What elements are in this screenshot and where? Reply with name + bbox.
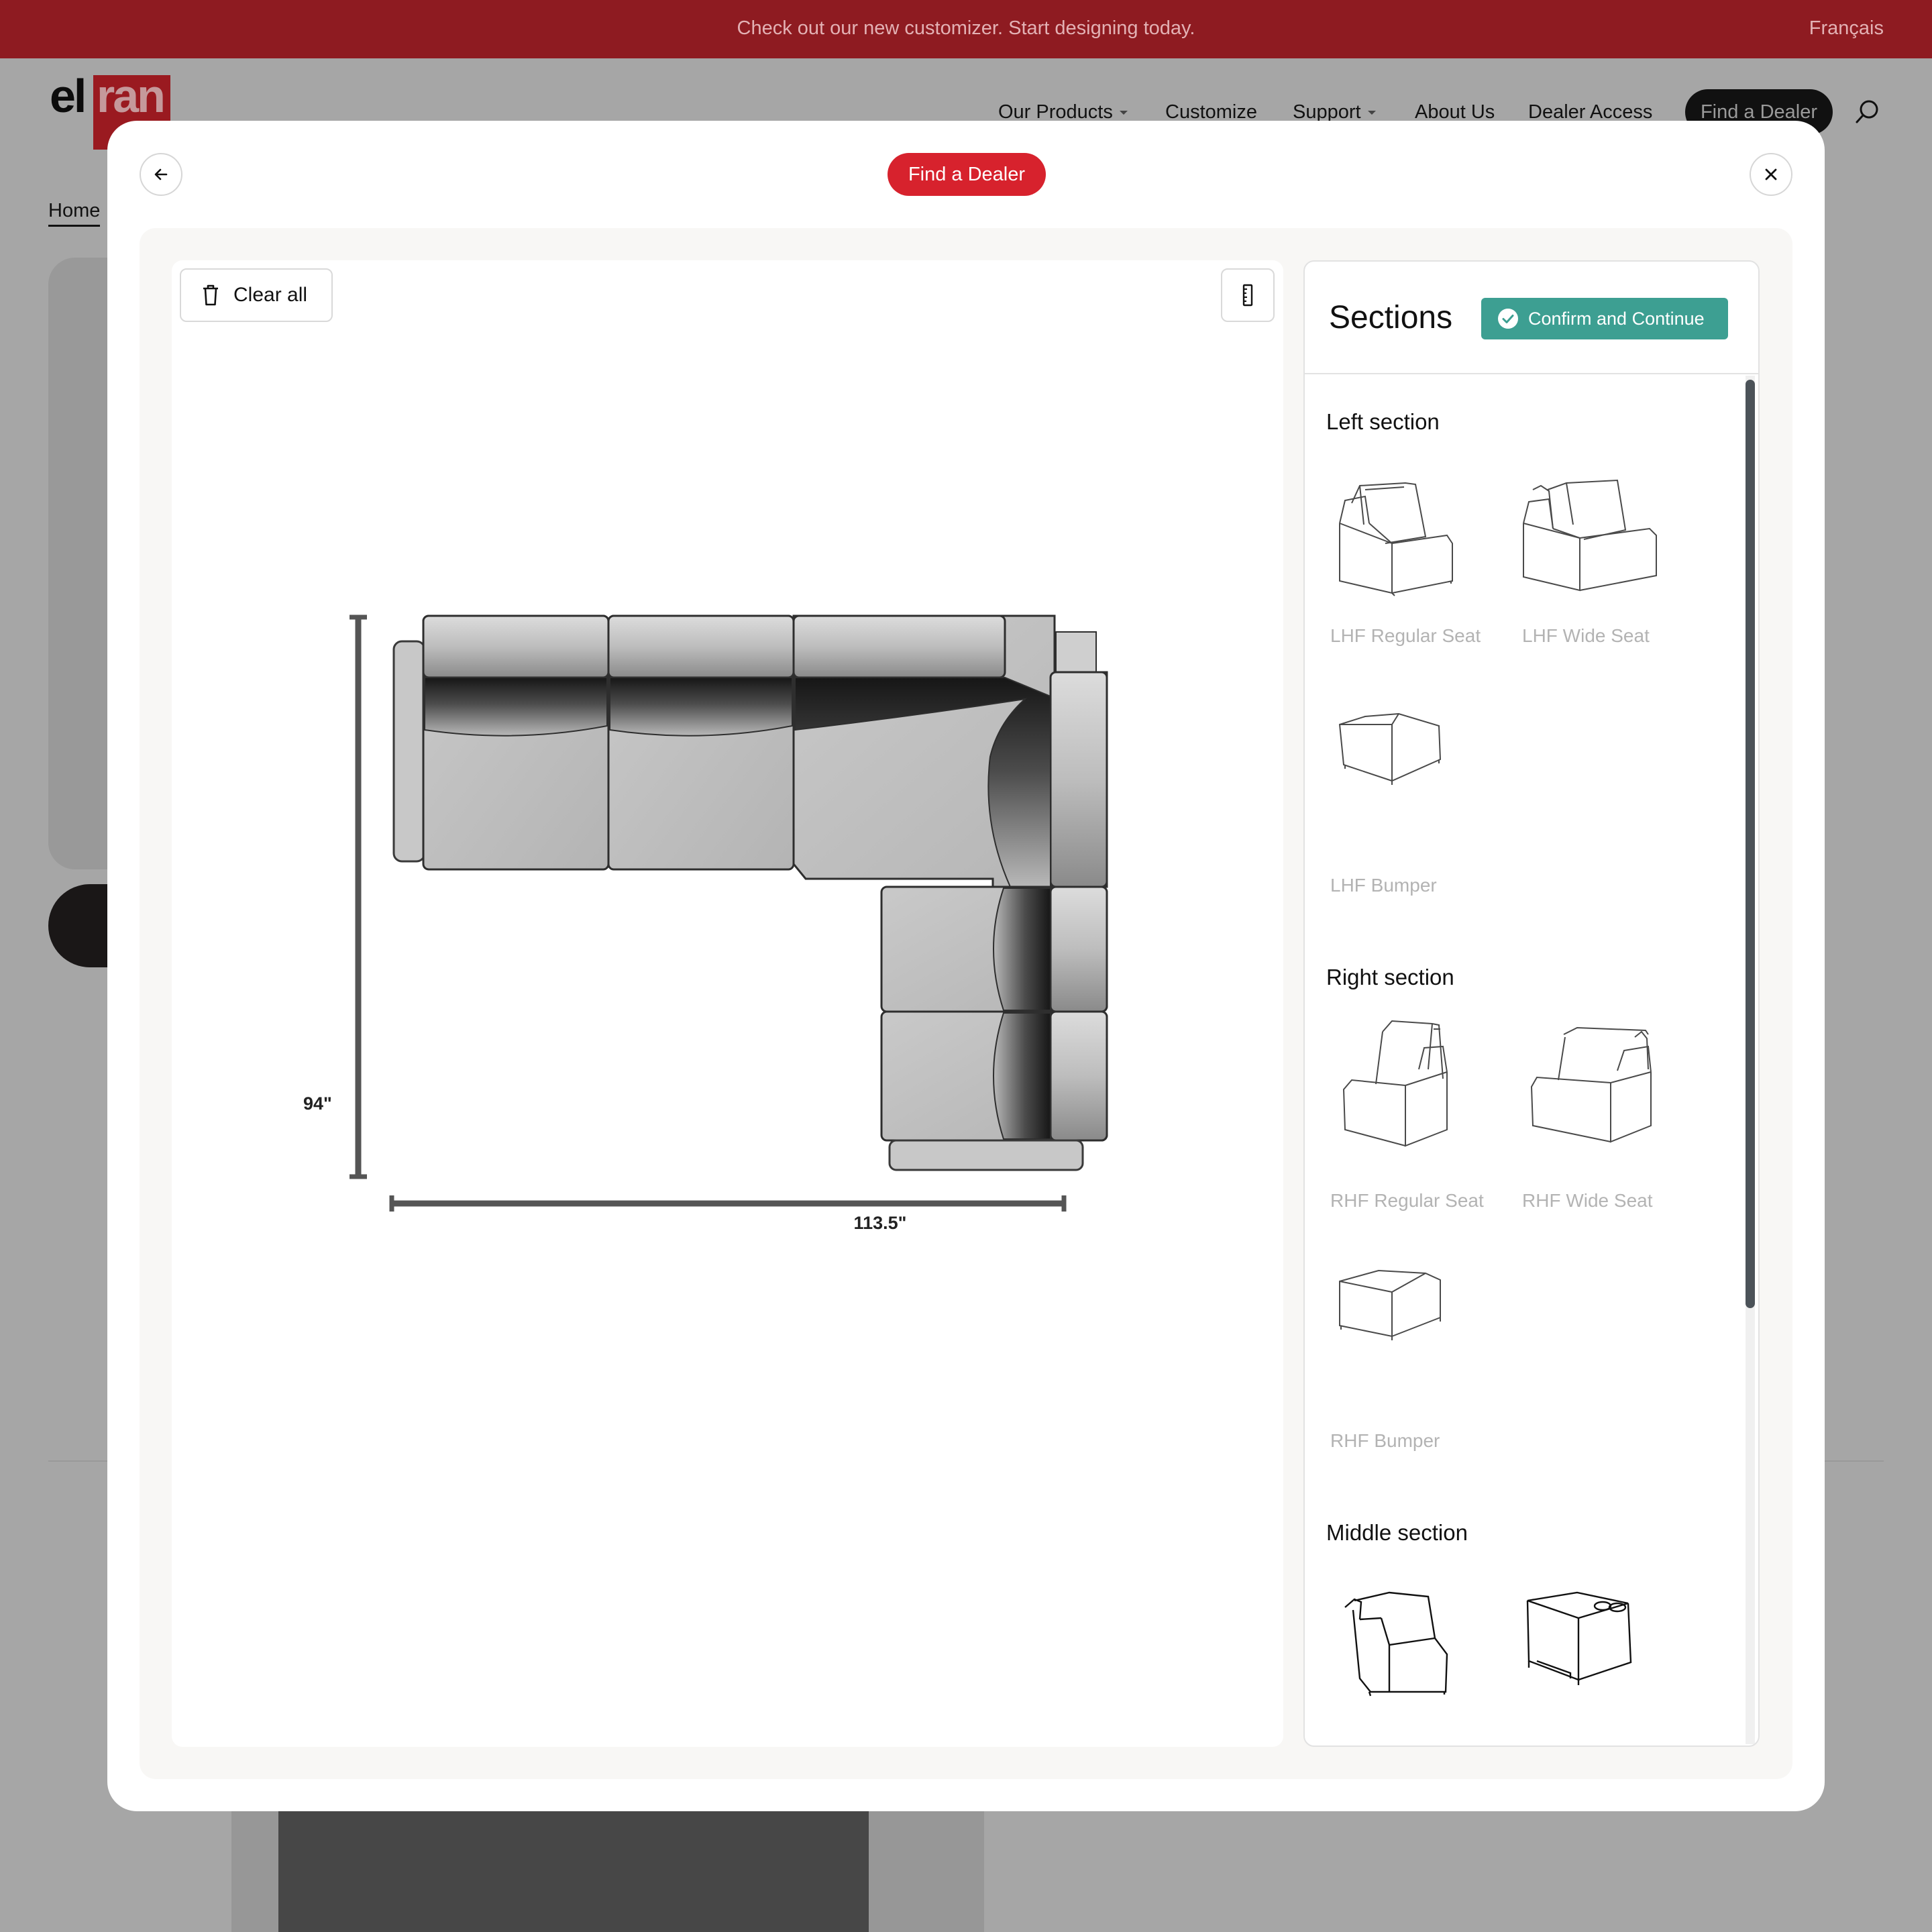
sections-panel-header: Sections Confirm and Continue (1305, 262, 1758, 374)
close-button[interactable] (1750, 153, 1792, 196)
middle-section-title: Middle section (1326, 1520, 1468, 1545)
nav-support-label: Support (1293, 101, 1361, 123)
measure-toggle-button[interactable] (1221, 268, 1275, 322)
seat-module-2[interactable] (607, 614, 795, 871)
lhf-arm[interactable] (392, 640, 426, 863)
armless-seat-icon (1344, 1591, 1448, 1697)
clear-all-label: Clear all (233, 284, 308, 306)
background-button (48, 884, 115, 967)
regular-seat-right-arm-icon (1342, 1020, 1448, 1147)
depth-dimension-line (350, 614, 367, 1179)
lhf-regular-seat-label: LHF Regular Seat (1330, 625, 1481, 646)
close-icon (1765, 168, 1777, 180)
seat-module-1[interactable] (422, 614, 610, 871)
trash-icon (203, 284, 218, 306)
sectional-floor-plan (350, 614, 1108, 1212)
sections-title: Sections (1329, 300, 1453, 335)
confirm-continue-button[interactable]: Confirm and Continue (1481, 298, 1728, 339)
caret-down-icon (1119, 111, 1128, 115)
search-icon[interactable] (1854, 98, 1881, 125)
background-product-photo (231, 1811, 984, 1932)
sections-list[interactable]: Left section LHF Regular Seat LHF Wide S… (1305, 376, 1758, 1746)
right-section-title: Right section (1326, 965, 1454, 989)
customizer-modal: Find a Dealer 113.5" 94" Clear all Secti… (107, 121, 1825, 1811)
bumper-icon (1339, 1269, 1441, 1340)
seat-module-4[interactable] (880, 1010, 1108, 1142)
lhf-bumper-label: LHF Bumper (1330, 875, 1437, 896)
lhf-wide-seat-label: LHF Wide Seat (1522, 625, 1650, 646)
middle-armless-seat-tile[interactable] (1325, 1560, 1513, 1746)
language-link[interactable]: Français (1809, 17, 1884, 40)
nav-about-us-label: About Us (1415, 101, 1495, 123)
background-card (48, 258, 115, 869)
ruler-icon (1242, 284, 1253, 307)
lhf-regular-seat-tile[interactable]: LHF Regular Seat (1325, 449, 1513, 671)
regular-seat-left-arm-icon (1339, 482, 1453, 596)
fabric-swatch (278, 1811, 869, 1932)
nav-our-products-label: Our Products (998, 101, 1113, 123)
seat-module-3[interactable] (880, 885, 1108, 1013)
console-icon (1526, 1591, 1632, 1685)
rhf-bumper-tile[interactable]: RHF Bumper (1325, 1253, 1513, 1474)
lhf-bumper-tile[interactable]: LHF Bumper (1325, 698, 1513, 919)
promo-text[interactable]: Check out our new customizer. Start desi… (0, 17, 1932, 40)
middle-console-tile[interactable] (1517, 1560, 1705, 1746)
rhf-wide-seat-tile[interactable]: RHF Wide Seat (1517, 1005, 1705, 1226)
sections-panel: Sections Confirm and Continue Left secti… (1303, 260, 1760, 1747)
promo-bar: Check out our new customizer. Start desi… (0, 0, 1932, 58)
wide-seat-right-arm-icon (1530, 1026, 1652, 1143)
back-button[interactable] (140, 153, 182, 196)
arrow-left-icon (154, 168, 168, 180)
bumper-icon (1338, 712, 1442, 785)
caret-down-icon (1367, 111, 1376, 115)
wide-seat-left-arm-icon (1523, 479, 1657, 592)
width-dimension-label: 113.5" (853, 1213, 907, 1233)
logo-text-el: el (50, 70, 87, 122)
lhf-wide-seat-tile[interactable]: LHF Wide Seat (1517, 449, 1705, 671)
scrollbar-thumb[interactable] (1746, 380, 1755, 1308)
breadcrumb-home[interactable]: Home (48, 200, 101, 227)
width-dimension-line (389, 1195, 1067, 1212)
rhf-bumper[interactable] (888, 1139, 1084, 1171)
rhf-wide-seat-label: RHF Wide Seat (1522, 1190, 1653, 1211)
confirm-continue-label: Confirm and Continue (1528, 308, 1705, 329)
rhf-regular-seat-tile[interactable]: RHF Regular Seat (1325, 1005, 1513, 1226)
clear-all-button[interactable]: Clear all (180, 268, 333, 322)
corner-module[interactable] (792, 614, 1108, 888)
rhf-regular-seat-label: RHF Regular Seat (1330, 1190, 1484, 1211)
depth-dimension-label: 94" (303, 1093, 332, 1114)
logo-text-ran: ran (97, 70, 166, 122)
customizer-workspace: 113.5" 94" Clear all Sections Confirm an… (140, 228, 1792, 1779)
rhf-bumper-label: RHF Bumper (1330, 1430, 1440, 1451)
find-dealer-button[interactable]: Find a Dealer (888, 153, 1046, 196)
left-section-title: Left section (1326, 409, 1440, 434)
nav-dealer-access-label: Dealer Access (1528, 101, 1653, 123)
nav-customize-label: Customize (1165, 101, 1257, 123)
check-circle-icon (1498, 309, 1518, 329)
design-canvas[interactable]: 113.5" 94" Clear all (172, 260, 1283, 1747)
